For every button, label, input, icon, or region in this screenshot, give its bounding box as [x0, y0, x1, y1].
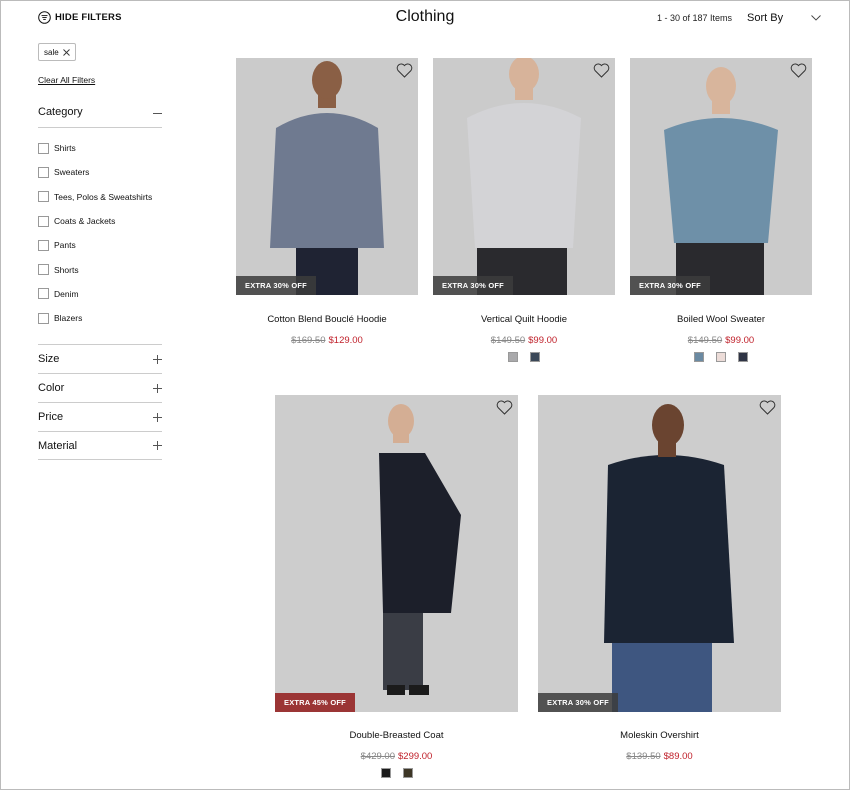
facet-color[interactable]: Color: [38, 373, 162, 402]
checkbox[interactable]: [38, 264, 49, 276]
category-item-label: Pants: [54, 240, 76, 251]
active-filter-label: sale: [44, 47, 59, 57]
product-image[interactable]: EXTRA 30% OFF: [630, 58, 812, 295]
color-swatches: [630, 352, 812, 362]
discount-badge: EXTRA 30% OFF: [538, 693, 618, 712]
product-name[interactable]: Boiled Wool Sweater: [630, 314, 812, 325]
checkbox[interactable]: [38, 288, 49, 300]
checkbox[interactable]: [38, 142, 49, 154]
category-item-sweaters[interactable]: Sweaters: [38, 160, 152, 184]
model-photo: [630, 58, 812, 295]
product-image[interactable]: EXTRA 30% OFF: [538, 395, 781, 712]
expand-icon: [153, 383, 162, 393]
product-price: $149.50 $99.00: [630, 335, 812, 346]
sale-price: $299.00: [398, 751, 433, 762]
category-section-toggle[interactable]: Category: [38, 106, 162, 128]
facet-label: Price: [38, 411, 64, 423]
color-swatch[interactable]: [380, 768, 391, 778]
heart-icon[interactable]: [593, 63, 610, 78]
color-swatches: [433, 352, 615, 362]
product-image[interactable]: EXTRA 30% OFF: [236, 58, 418, 295]
facet-label: Material: [38, 439, 78, 452]
expand-icon: [153, 354, 162, 364]
items-count: 1 - 30 of 187 Items: [657, 13, 733, 23]
facet-size[interactable]: Size: [38, 344, 162, 373]
product-price: $429.00 $299.00: [275, 751, 518, 762]
facet-label: Color: [38, 382, 65, 394]
category-item-label: Denim: [54, 288, 79, 299]
model-photo: [275, 395, 518, 712]
discount-badge: EXTRA 30% OFF: [630, 276, 710, 295]
category-item-label: Shirts: [54, 143, 76, 154]
discount-badge: EXTRA 45% OFF: [275, 693, 355, 712]
product-price: $139.50 $89.00: [538, 751, 781, 762]
model-photo: [236, 58, 418, 295]
product-image[interactable]: EXTRA 45% OFF: [275, 395, 518, 712]
facet-label: Size: [38, 353, 60, 365]
expand-icon: [153, 412, 162, 422]
original-price: $149.50: [490, 335, 526, 346]
collapse-icon: [153, 113, 162, 114]
category-item-label: Tees, Polos & Sweatshirts: [54, 191, 153, 202]
chevron-down-icon: [811, 15, 821, 21]
color-swatch[interactable]: [402, 768, 413, 778]
category-item-label: Blazers: [54, 313, 83, 324]
product-price: $149.50 $99.00: [433, 335, 615, 346]
heart-icon[interactable]: [790, 63, 807, 78]
sort-by-label: Sort By: [747, 12, 784, 24]
category-item-coats[interactable]: Coats & Jackets: [38, 209, 152, 233]
facet-price[interactable]: Price: [38, 402, 162, 431]
product-name[interactable]: Moleskin Overshirt: [538, 730, 781, 741]
product-name[interactable]: Cotton Blend Bouclé Hoodie: [236, 314, 418, 325]
original-price: $149.50: [687, 335, 723, 346]
model-photo: [538, 395, 781, 712]
active-filter-chip[interactable]: sale: [38, 43, 76, 61]
expand-icon: [153, 441, 162, 450]
original-price: $429.00: [360, 751, 395, 762]
heart-icon[interactable]: [396, 63, 413, 78]
checkbox[interactable]: [38, 215, 49, 227]
sale-price: $89.00: [663, 751, 693, 762]
category-item-shorts[interactable]: Shorts: [38, 257, 152, 281]
checkbox[interactable]: [38, 166, 49, 178]
clear-all-filters-link[interactable]: Clear All Filters: [38, 75, 95, 85]
model-photo: [433, 58, 615, 295]
product-name[interactable]: Double-Breasted Coat: [275, 730, 518, 741]
sale-price: $129.00: [328, 335, 363, 346]
discount-badge: EXTRA 30% OFF: [236, 276, 316, 295]
close-icon[interactable]: [62, 48, 70, 56]
original-price: $169.50: [291, 335, 326, 346]
category-item-blazers[interactable]: Blazers: [38, 306, 152, 330]
sale-price: $99.00: [528, 335, 558, 346]
color-swatch[interactable]: [694, 352, 704, 362]
sort-by-dropdown[interactable]: Sort By: [747, 12, 821, 24]
checkbox[interactable]: [38, 312, 49, 324]
category-item-tees[interactable]: Tees, Polos & Sweatshirts: [38, 185, 152, 209]
heart-icon[interactable]: [496, 400, 513, 415]
category-item-shirts[interactable]: Shirts: [38, 136, 152, 160]
checkbox[interactable]: [38, 191, 49, 203]
category-item-label: Coats & Jackets: [54, 216, 116, 227]
category-item-pants[interactable]: Pants: [38, 233, 152, 257]
product-image[interactable]: EXTRA 30% OFF: [433, 58, 615, 295]
color-swatch[interactable]: [530, 352, 540, 362]
category-list: Shirts Sweaters Tees, Polos & Sweatshirt…: [38, 136, 152, 330]
discount-badge: EXTRA 30% OFF: [433, 276, 513, 295]
category-item-label: Sweaters: [54, 167, 90, 178]
heart-icon[interactable]: [759, 400, 776, 415]
color-swatch[interactable]: [738, 352, 748, 362]
product-price: $169.50 $129.00: [236, 335, 418, 346]
category-item-label: Shorts: [54, 264, 79, 275]
color-swatches: [275, 768, 518, 778]
original-price: $139.50: [626, 751, 661, 762]
color-swatch[interactable]: [716, 352, 726, 362]
category-title: Category: [38, 106, 83, 118]
category-item-denim[interactable]: Denim: [38, 282, 152, 306]
facet-material[interactable]: Material: [38, 431, 162, 460]
checkbox[interactable]: [38, 239, 49, 251]
sale-price: $99.00: [725, 335, 755, 346]
color-swatch[interactable]: [508, 352, 518, 362]
product-name[interactable]: Vertical Quilt Hoodie: [433, 314, 615, 325]
